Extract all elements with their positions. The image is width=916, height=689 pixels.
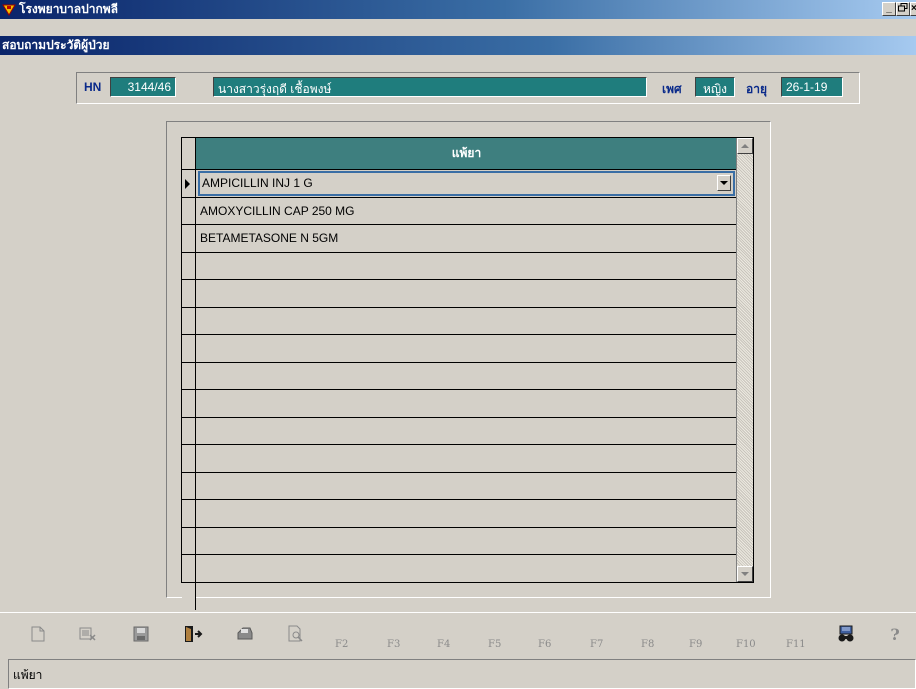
help-icon[interactable]: ? bbox=[882, 621, 908, 647]
table-row[interactable]: AMOXYCILLIN CAP 250 MG bbox=[182, 197, 737, 225]
status-text: แพ้ยา bbox=[13, 668, 43, 682]
table-cell[interactable] bbox=[196, 473, 737, 500]
new-icon[interactable] bbox=[25, 621, 51, 647]
f4-key-button[interactable]: F4 bbox=[437, 639, 450, 650]
table-cell[interactable]: BETAMETASONE N 5GM bbox=[196, 225, 737, 252]
sex-label: เพศ bbox=[662, 82, 682, 96]
grid-header: แพ้ยา bbox=[182, 138, 737, 170]
bottom-toolbar: F2 F3 F4 F5 F6 F7 F8 F9 F10 F11 ? bbox=[0, 612, 916, 656]
table-cell[interactable]: AMOXYCILLIN CAP 250 MG bbox=[196, 198, 737, 225]
row-selector[interactable] bbox=[182, 197, 196, 224]
column-header-drug-allergy[interactable]: แพ้ยา bbox=[196, 138, 737, 170]
table-row[interactable] bbox=[182, 500, 737, 528]
search-binoculars-icon[interactable] bbox=[833, 621, 859, 647]
delete-icon[interactable] bbox=[75, 621, 101, 647]
table-row[interactable] bbox=[182, 582, 737, 611]
table-cell[interactable] bbox=[196, 280, 737, 307]
table-cell[interactable] bbox=[196, 335, 737, 362]
table-cell[interactable] bbox=[196, 253, 737, 280]
row-selector[interactable] bbox=[182, 170, 196, 197]
dropdown-arrow-icon[interactable] bbox=[717, 175, 731, 191]
row-selector[interactable] bbox=[182, 335, 196, 362]
hn-label: HN bbox=[84, 80, 102, 94]
row-selector[interactable] bbox=[182, 527, 196, 554]
table-row[interactable] bbox=[182, 335, 737, 363]
row-selector[interactable] bbox=[182, 362, 196, 389]
table-cell[interactable] bbox=[196, 500, 737, 527]
table-row[interactable] bbox=[182, 417, 737, 445]
table-row[interactable] bbox=[182, 280, 737, 308]
scroll-down-icon[interactable] bbox=[737, 566, 753, 582]
sex-field[interactable]: หญิง bbox=[695, 77, 735, 97]
scroll-up-icon[interactable] bbox=[737, 138, 753, 154]
preview-icon[interactable] bbox=[283, 621, 309, 647]
table-cell[interactable] bbox=[196, 418, 737, 445]
row-selector[interactable] bbox=[182, 582, 196, 610]
cell-text: AMPICILLIN INJ 1 G bbox=[202, 176, 313, 191]
f11-key-button[interactable]: F11 bbox=[786, 639, 806, 650]
status-bar: แพ้ยา bbox=[8, 659, 916, 689]
f10-key-button[interactable]: F10 bbox=[736, 639, 756, 650]
table-row[interactable] bbox=[182, 527, 737, 555]
table-cell[interactable] bbox=[196, 445, 737, 472]
table-row[interactable] bbox=[182, 445, 737, 473]
age-label: อายุ bbox=[746, 82, 767, 96]
table-row[interactable] bbox=[182, 472, 737, 500]
table-cell[interactable] bbox=[196, 363, 737, 390]
row-selector[interactable] bbox=[182, 445, 196, 472]
drug-combo-cell[interactable]: AMPICILLIN INJ 1 G bbox=[198, 171, 735, 196]
table-cell[interactable] bbox=[196, 390, 737, 417]
row-selector[interactable] bbox=[182, 500, 196, 527]
f5-key-button[interactable]: F5 bbox=[488, 639, 501, 650]
close-button[interactable]: × bbox=[910, 2, 916, 16]
f7-key-button[interactable]: F7 bbox=[590, 639, 603, 650]
f3-key-button[interactable]: F3 bbox=[387, 639, 400, 650]
window-title-bar: โรงพยาบาลปากพลี _ × bbox=[0, 0, 916, 19]
row-selector[interactable] bbox=[182, 225, 196, 252]
row-selector[interactable] bbox=[182, 555, 196, 582]
row-selector[interactable] bbox=[182, 417, 196, 444]
row-selector-header bbox=[182, 138, 196, 170]
row-selector[interactable] bbox=[182, 252, 196, 279]
f6-key-button[interactable]: F6 bbox=[538, 639, 551, 650]
drug-allergy-grid[interactable]: แพ้ยา AMPICILLIN INJ 1 G AMOXYCILLIN CAP… bbox=[181, 137, 754, 610]
f9-key-button[interactable]: F9 bbox=[689, 639, 702, 650]
patient-info-panel: HN 3144/46 นางสาวรุ่งฤดี เชื้อพงษ์ เพศ ห… bbox=[76, 72, 860, 104]
maximize-button[interactable] bbox=[896, 2, 910, 16]
row-selector[interactable] bbox=[182, 390, 196, 417]
table-row[interactable] bbox=[182, 390, 737, 418]
age-field[interactable]: 26-1-19 bbox=[781, 77, 843, 97]
window-title: โรงพยาบาลปากพลี bbox=[19, 2, 119, 16]
vertical-scrollbar[interactable] bbox=[736, 138, 753, 582]
minimize-button[interactable]: _ bbox=[882, 2, 896, 16]
table-row[interactable] bbox=[182, 252, 737, 280]
table-row[interactable] bbox=[182, 555, 737, 583]
row-selector[interactable] bbox=[182, 280, 196, 307]
table-cell[interactable] bbox=[196, 308, 737, 335]
table-row[interactable]: BETAMETASONE N 5GM bbox=[182, 225, 737, 253]
table-row[interactable] bbox=[182, 307, 737, 335]
row-selector[interactable] bbox=[182, 307, 196, 334]
print-icon[interactable] bbox=[232, 621, 258, 647]
table-row[interactable] bbox=[182, 362, 737, 390]
app-logo-icon bbox=[2, 4, 16, 16]
table-cell[interactable] bbox=[196, 555, 737, 582]
f8-key-button[interactable]: F8 bbox=[641, 639, 654, 650]
table-cell[interactable] bbox=[196, 528, 737, 555]
table-cell[interactable] bbox=[196, 583, 737, 611]
patient-name-field[interactable]: นางสาวรุ่งฤดี เชื้อพงษ์ bbox=[213, 77, 647, 97]
exit-icon[interactable] bbox=[180, 621, 206, 647]
f2-key-button[interactable]: F2 bbox=[335, 639, 348, 650]
current-row-arrow-icon bbox=[185, 179, 190, 189]
form-title: สอบถามประวัติผู้ป่วย bbox=[2, 38, 110, 52]
row-selector[interactable] bbox=[182, 472, 196, 499]
hn-field[interactable]: 3144/46 bbox=[110, 77, 176, 97]
table-row[interactable]: AMPICILLIN INJ 1 G bbox=[182, 170, 737, 198]
form-title-bar: สอบถามประวัติผู้ป่วย bbox=[0, 36, 916, 55]
save-icon[interactable] bbox=[128, 621, 154, 647]
grid-rows: AMPICILLIN INJ 1 G AMOXYCILLIN CAP 250 M… bbox=[182, 170, 737, 610]
